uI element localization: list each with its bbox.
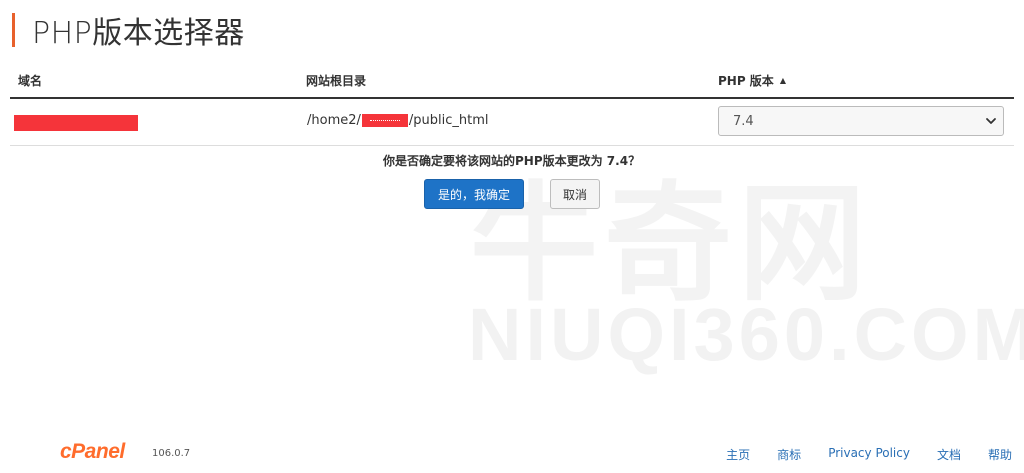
footer-link-privacy-policy[interactable]: Privacy Policy	[828, 446, 910, 463]
footer: cPanel 106.0.7 主页 商标 Privacy Policy 文档 帮…	[0, 436, 1024, 470]
table-header: 域名 网站根目录 PHP 版本 ▲	[10, 62, 1014, 99]
column-header-php-version[interactable]: PHP 版本 ▲	[718, 72, 786, 89]
php-version-value: 7.4	[733, 113, 754, 129]
docroot-prefix: /home2/	[307, 113, 361, 128]
confirm-button[interactable]: 是的，我确定	[424, 179, 524, 209]
domain-cell	[14, 115, 138, 135]
php-selector-page: 牛奇网 NIUQI360.COM PHP版本选择器 域名 网站根目录 PHP 版…	[0, 0, 1024, 473]
column-header-php-label: PHP 版本	[718, 74, 774, 88]
footer-link-trademarks[interactable]: 商标	[777, 446, 801, 463]
cpanel-version: 106.0.7	[152, 448, 191, 459]
table-row: /home2/ /public_html 7.4	[10, 99, 1014, 146]
domains-table: 域名 网站根目录 PHP 版本 ▲ /home2/ /public_html 7.…	[10, 62, 1014, 146]
header-accent-bar	[12, 13, 15, 47]
footer-link-home[interactable]: 主页	[726, 446, 750, 463]
chevron-down-icon	[986, 118, 996, 124]
watermark-latin: NIUQI360.COM	[468, 293, 1024, 376]
docroot-cell: /home2/ /public_html	[307, 113, 489, 128]
page-header: PHP版本选择器	[12, 12, 245, 51]
column-header-docroot[interactable]: 网站根目录	[306, 72, 366, 89]
redacted-username	[361, 114, 408, 127]
footer-link-documentation[interactable]: 文档	[937, 446, 961, 463]
redacted-domain	[14, 115, 138, 131]
docroot-suffix: /public_html	[408, 113, 489, 128]
php-version-select[interactable]: 7.4	[718, 106, 1004, 136]
footer-link-help[interactable]: 帮助	[988, 446, 1012, 463]
footer-links: 主页 商标 Privacy Policy 文档 帮助	[699, 446, 1012, 463]
sort-ascending-icon: ▲	[779, 76, 786, 85]
cancel-button[interactable]: 取消	[550, 179, 600, 209]
cpanel-logo[interactable]: cPanel	[60, 440, 125, 464]
confirm-question: 你是否确定要将该网站的PHP版本更改为 7.4？	[383, 154, 641, 168]
column-header-domain[interactable]: 域名	[18, 72, 42, 89]
page-title: PHP版本选择器	[32, 16, 245, 51]
